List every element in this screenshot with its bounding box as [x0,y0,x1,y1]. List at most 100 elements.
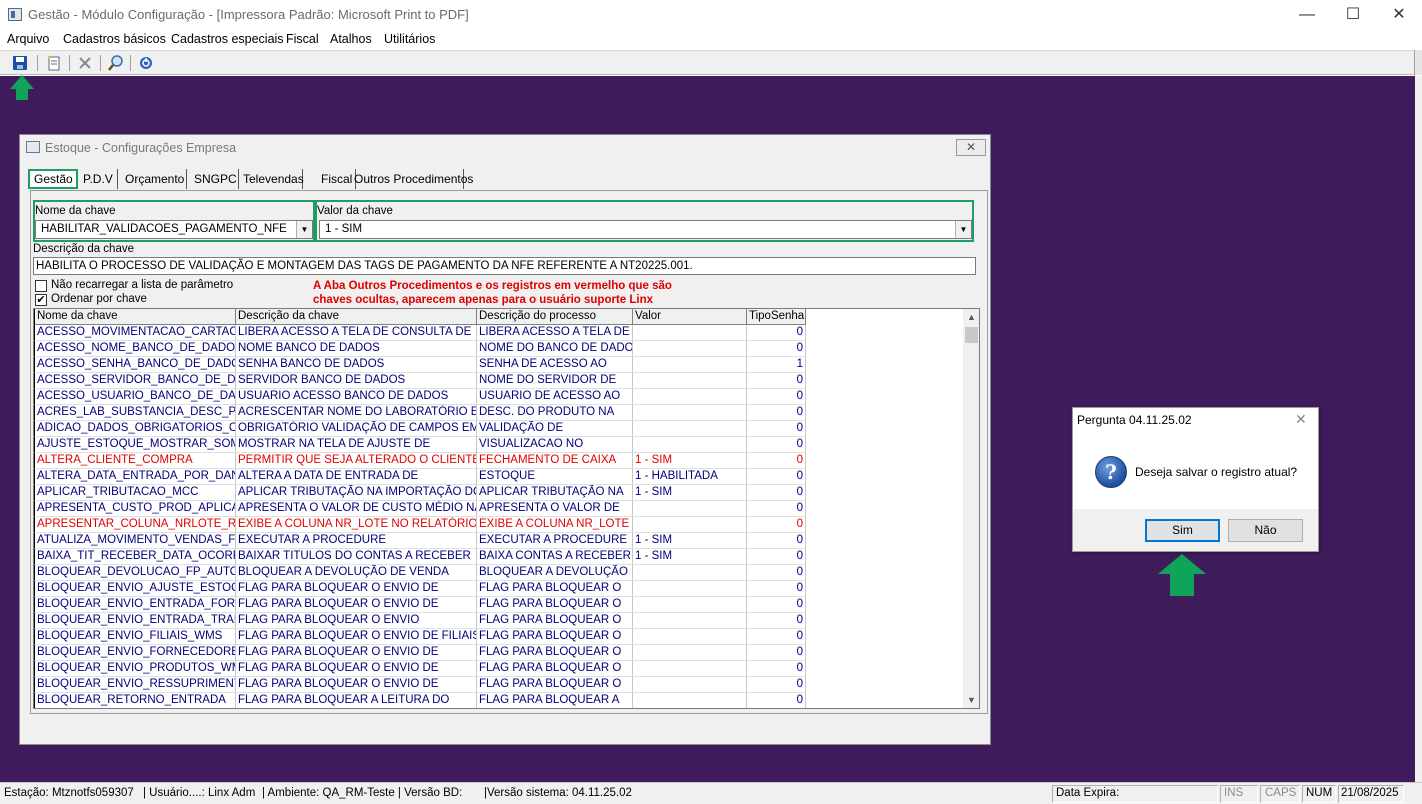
table-row[interactable]: BLOQUEAR_ENVIO_PRODUTOS_WMS FLAG PARA BLO… [34,661,807,677]
cell-value[interactable]: 1 - SIM [633,549,747,565]
cell-key-name[interactable]: ALTERA_DATA_ENTRADA_POR_DANF [34,469,236,485]
cell-tiposenha[interactable]: 0 [747,325,806,341]
delete-icon[interactable] [76,54,94,72]
maximize-button[interactable]: ☐ [1330,0,1376,30]
cell-key-description[interactable]: FLAG PARA BLOQUEAR O ENVIO DE [236,661,477,677]
cell-key-description[interactable]: FLAG PARA BLOQUEAR O ENVIO DE [236,581,477,597]
table-row[interactable]: BLOQUEAR_ENVIO_RESSUPRIMENTO FLAG PARA BL… [34,677,807,693]
cell-key-name[interactable]: ACESSO_SENHA_BANCO_DE_DADOS [34,357,236,373]
chevron-down-icon[interactable]: ▼ [955,221,971,238]
table-row[interactable]: BLOQUEAR_ENVIO_ENTRADA_FORNE FLAG PARA BL… [34,597,807,613]
cell-key-description[interactable]: ALTERA A DATA DE ENTRADA DE [236,469,477,485]
tab-orcamento[interactable]: Orçamento [121,169,187,189]
close-button[interactable]: ✕ [1376,0,1422,30]
cell-key-description[interactable]: NOME BANCO DE DADOS [236,341,477,357]
table-row[interactable]: ACESSO_USUARIO_BANCO_DE_DADO USUARIO ACES… [34,389,807,405]
search-icon[interactable] [107,54,125,72]
cell-key-description[interactable]: FLAG PARA BLOQUEAR O ENVIO DE [236,677,477,693]
cell-key-description[interactable]: PERMITIR QUE SEJA ALTERADO O CLIENTE [236,453,477,469]
cell-value[interactable] [633,517,747,533]
cell-key-name[interactable]: BLOQUEAR_ENVIO_ENTRADA_FORNE [34,597,236,613]
cell-value[interactable]: 1 - SIM [633,533,747,549]
cell-key-name[interactable]: BLOQUEAR_DEVOLUCAO_FP_AUTORI [34,565,236,581]
menu-cadastros-especiais[interactable]: Cadastros especiais [171,32,284,46]
cell-process-description[interactable]: LIBERA ACESSO A TELA DE [477,325,633,341]
cell-key-description[interactable]: EXIBE A COLUNA NR_LOTE NO RELATÓRIO [236,517,477,533]
menu-utilitarios[interactable]: Utilitários [384,32,435,46]
cell-value[interactable] [633,421,747,437]
tab-pdv[interactable]: P.D.V [79,169,118,189]
cell-process-description[interactable]: FECHAMENTO DE CAIXA [477,453,633,469]
description-field[interactable]: HABILITA O PROCESSO DE VALIDAÇÃO E MONTA… [33,257,976,275]
cell-value[interactable] [633,629,747,645]
cell-value[interactable] [633,581,747,597]
cell-value[interactable] [633,501,747,517]
table-row[interactable]: ATUALIZA_MOVIMENTO_VENDAS_FEC EXECUTAR A … [34,533,807,549]
cell-key-description[interactable]: USUARIO ACESSO BANCO DE DADOS [236,389,477,405]
scroll-thumb[interactable] [965,327,978,343]
cell-key-name[interactable]: BLOQUEAR_ENVIO_ENTRADA_TRANS [34,613,236,629]
cell-tiposenha[interactable]: 0 [747,613,806,629]
table-row[interactable]: BLOQUEAR_ENVIO_AJUSTE_ESTOQU FLAG PARA BL… [34,581,807,597]
scroll-up-icon[interactable]: ▲ [963,309,979,325]
tab-outros-procedimentos[interactable]: Outros Procedimentos [350,169,473,189]
cell-value[interactable] [633,341,747,357]
key-value-select[interactable]: 1 - SIM ▼ [319,220,972,239]
table-row[interactable]: BLOQUEAR_ENVIO_FORNECEDORES_ FLAG PARA BL… [34,645,807,661]
cell-process-description[interactable]: VISUALIZACAO NO [477,437,633,453]
table-row[interactable]: BLOQUEAR_ENVIO_FILIAIS_WMS FLAG PARA BLOQ… [34,629,807,645]
cell-key-name[interactable]: ACESSO_NOME_BANCO_DE_DADOS [34,341,236,357]
yes-button[interactable]: Sim [1145,519,1220,542]
cell-tiposenha[interactable]: 0 [747,373,806,389]
table-row[interactable]: BLOQUEAR_RETORNO_ENTRADA FLAG PARA BLOQUE… [34,693,807,708]
cell-tiposenha[interactable]: 0 [747,517,806,533]
cell-process-description[interactable]: FLAG PARA BLOQUEAR O [477,629,633,645]
cell-key-name[interactable]: BAIXA_TIT_RECEBER_DATA_OCORRE [34,549,236,565]
cell-key-name[interactable]: BLOQUEAR_ENVIO_FILIAIS_WMS [34,629,236,645]
cell-process-description[interactable]: DESC. DO PRODUTO NA [477,405,633,421]
cell-tiposenha[interactable]: 1 [747,357,806,373]
tab-televendas[interactable]: Televendas [239,169,304,189]
cell-tiposenha[interactable]: 0 [747,421,806,437]
cell-tiposenha[interactable]: 0 [747,549,806,565]
no-button[interactable]: Não [1228,519,1303,542]
cell-key-description[interactable]: LIBERA ACESSO A TELA DE CONSULTA DE [236,325,477,341]
new-icon[interactable] [45,54,63,72]
cell-process-description[interactable]: VALIDAÇÃO DE [477,421,633,437]
cell-process-description[interactable]: EXECUTAR A PROCEDURE [477,533,633,549]
cell-value[interactable] [633,325,747,341]
cell-value[interactable]: 1 - SIM [633,485,747,501]
scroll-down-icon[interactable]: ▼ [963,692,979,708]
column-header-name[interactable]: Nome da chave [34,309,236,325]
cell-value[interactable] [633,613,747,629]
cell-tiposenha[interactable]: 0 [747,453,806,469]
cell-key-name[interactable]: BLOQUEAR_ENVIO_AJUSTE_ESTOQU [34,581,236,597]
cell-value[interactable] [633,405,747,421]
cell-process-description[interactable]: FLAG PARA BLOQUEAR A [477,693,633,708]
cell-key-description[interactable]: OBRIGATÓRIO VALIDAÇÃO DE CAMPOS EM [236,421,477,437]
table-row[interactable]: AJUSTE_ESTOQUE_MOSTRAR_SOME MOSTRAR NA TE… [34,437,807,453]
cell-tiposenha[interactable]: 0 [747,629,806,645]
cell-value[interactable] [633,373,747,389]
cell-tiposenha[interactable]: 0 [747,597,806,613]
table-row[interactable]: ACESSO_NOME_BANCO_DE_DADOS NOME BANCO DE … [34,341,807,357]
exit-icon[interactable] [137,54,155,72]
table-row[interactable]: ALTERA_CLIENTE_COMPRA PERMITIR QUE SEJA A… [34,453,807,469]
cell-process-description[interactable]: FLAG PARA BLOQUEAR O [477,661,633,677]
menu-fiscal[interactable]: Fiscal [286,32,319,46]
cell-key-name[interactable]: APRESENTA_CUSTO_PROD_APLICAC [34,501,236,517]
key-name-select[interactable]: HABILITAR_VALIDACOES_PAGAMENTO_NFE ▼ [35,220,313,239]
sort-checkbox[interactable]: ✔ [35,294,47,306]
save-icon[interactable] [11,54,29,72]
cell-key-description[interactable]: ACRESCENTAR NOME DO LABORATÓRIO E [236,405,477,421]
column-header-description[interactable]: Descrição da chave [236,309,477,325]
cell-value[interactable] [633,357,747,373]
cell-process-description[interactable]: FLAG PARA BLOQUEAR O [477,645,633,661]
cell-key-name[interactable]: ADICAO_DADOS_OBRIGATORIOS_CAD [34,421,236,437]
table-row[interactable]: ALTERA_DATA_ENTRADA_POR_DANF ALTERA A DAT… [34,469,807,485]
cell-tiposenha[interactable]: 0 [747,341,806,357]
cell-key-name[interactable]: APRESENTAR_COLUNA_NRLOTE_REL [34,517,236,533]
cell-key-name[interactable]: BLOQUEAR_ENVIO_FORNECEDORES_ [34,645,236,661]
cell-tiposenha[interactable]: 0 [747,581,806,597]
cell-key-name[interactable]: ACESSO_SERVIDOR_BANCO_DE_DAD [34,373,236,389]
